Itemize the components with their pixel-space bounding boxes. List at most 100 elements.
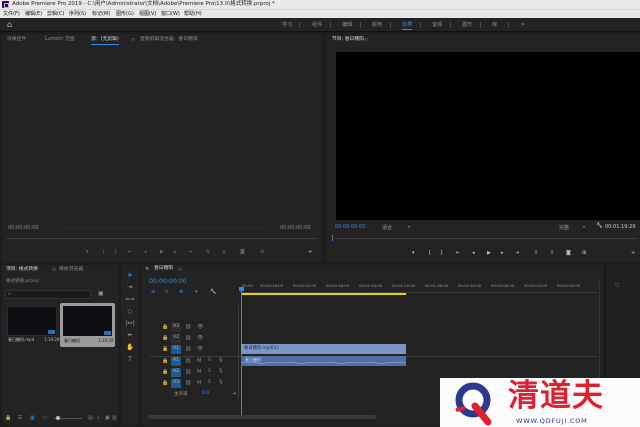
voice-over-icon[interactable]: 🎙: [218, 358, 224, 363]
lock-icon[interactable]: 🔒: [162, 358, 168, 364]
pen-tool-icon[interactable]: ✒: [124, 330, 136, 341]
new-bin-icon[interactable]: ▣: [105, 415, 110, 421]
solo-button[interactable]: S: [208, 369, 211, 374]
program-fit-select[interactable]: 适合: [382, 224, 392, 231]
lock-icon[interactable]: 🔒: [162, 346, 168, 352]
work-area-bar[interactable]: [242, 293, 406, 295]
new-bin-from-search-icon[interactable]: ▣: [98, 290, 104, 297]
workspace-effects[interactable]: 效果: [402, 18, 413, 32]
project-search-input[interactable]: ⌕: [5, 290, 91, 299]
quality-chevron-down-icon[interactable]: ▾: [583, 224, 585, 229]
master-volume[interactable]: 0.0: [202, 391, 209, 396]
eye-icon[interactable]: 👁: [197, 335, 203, 341]
voice-over-icon[interactable]: 🎙: [218, 380, 224, 385]
source-button-editor-icon[interactable]: ⊞: [260, 249, 264, 255]
project-item-selected[interactable]: 春日糖阳 1:19:29: [60, 303, 115, 347]
track-select-tool-icon[interactable]: ⇥: [124, 282, 136, 293]
automate-to-sequence-icon[interactable]: ▤: [88, 415, 93, 421]
workspace-libraries[interactable]: 库: [492, 18, 497, 32]
nest-toggle-icon[interactable]: ⊕: [151, 289, 155, 295]
playhead-handle[interactable]: [239, 287, 244, 291]
comparison-view-icon[interactable]: ⊞: [582, 250, 586, 256]
voice-over-icon[interactable]: 🎙: [218, 369, 224, 374]
timeline-horizontal-scrollbar[interactable]: [148, 415, 376, 419]
track-a2[interactable]: 🔒 A2 ⛓ M S 🎙: [150, 368, 240, 377]
video-clip[interactable]: 春日糖阳.mp4[V]: [241, 344, 406, 354]
goto-in-icon[interactable]: ⇤: [456, 250, 460, 256]
project-menu-icon[interactable]: ≡: [52, 266, 56, 274]
sync-lock-icon[interactable]: ⛓: [185, 335, 191, 341]
workspace-audio[interactable]: 音频: [432, 18, 442, 32]
fit-chevron-down-icon[interactable]: ▾: [408, 224, 410, 229]
zoom-slider-handle[interactable]: [56, 416, 60, 420]
program-timecode[interactable]: 00:00:00:00: [335, 224, 366, 230]
extract-icon[interactable]: ⇪: [550, 250, 554, 256]
solo-button[interactable]: S: [208, 358, 211, 363]
source-mark-out-button[interactable]: }: [114, 249, 117, 255]
mute-button[interactable]: M: [197, 369, 201, 375]
tab-project[interactable]: 项目: 格式转换: [6, 266, 38, 274]
step-forward-icon[interactable]: ▸: [501, 250, 504, 256]
workspace-learn[interactable]: 学习: [282, 18, 292, 32]
selection-tool-icon[interactable]: ➤: [124, 270, 136, 281]
new-item-icon[interactable]: ▥: [112, 415, 117, 421]
meter-collapse-icon[interactable]: ○: [615, 282, 619, 288]
lift-icon[interactable]: ⇧: [534, 250, 538, 256]
track-v2[interactable]: 🔒 V2 ⛓ 👁: [150, 334, 240, 343]
workspace-graphics[interactable]: 图形: [462, 18, 472, 32]
close-icon[interactable]: ×: [145, 266, 149, 272]
master-goto-end-icon[interactable]: ⇥: [232, 391, 236, 397]
source-step-back-icon[interactable]: ◂: [144, 249, 147, 255]
master-track[interactable]: 主声道 0.0 ⇥: [150, 390, 240, 399]
sequence-tab[interactable]: 春日糖阳: [154, 265, 173, 273]
ripple-edit-tool-icon[interactable]: ⟺: [124, 294, 136, 305]
razor-tool-icon[interactable]: ◇: [124, 306, 136, 317]
mute-button[interactable]: M: [197, 380, 201, 386]
add-marker-icon[interactable]: ▾: [195, 289, 198, 295]
sequence-menu-icon[interactable]: ≡: [178, 266, 182, 274]
tab-lumetri-scopes[interactable]: Lumetri 范围: [45, 36, 75, 44]
eye-icon[interactable]: 👁: [197, 324, 203, 330]
tab-menu-icon[interactable]: ≡: [131, 36, 135, 44]
source-timecode-in[interactable]: 00;00;00;00: [8, 225, 39, 231]
source-goto-in-icon[interactable]: ⇤: [128, 249, 132, 255]
track-a1[interactable]: 🔒 A1 ⛓ M S 🎙: [150, 357, 240, 366]
lock-icon[interactable]: 🔒: [162, 380, 168, 386]
source-mark-in-icon[interactable]: ▾: [86, 249, 89, 255]
source-step-forward-icon[interactable]: ▸: [174, 249, 177, 255]
freeform-view-icon[interactable]: ▭: [42, 415, 47, 421]
hand-tool-icon[interactable]: ✋: [124, 342, 136, 353]
icon-view-icon[interactable]: ▦: [30, 415, 35, 421]
track-v1[interactable]: 🔒 V1 ⛓ 👁: [150, 345, 240, 354]
sync-lock-icon[interactable]: ⛓: [185, 380, 191, 386]
home-icon[interactable]: ⌂: [7, 21, 12, 29]
lock-icon[interactable]: 🔒: [162, 335, 168, 341]
mark-in-button[interactable]: {: [428, 250, 431, 256]
play-icon[interactable]: ▶: [487, 250, 491, 256]
slip-tool-icon[interactable]: |↔|: [124, 318, 136, 329]
sync-lock-icon[interactable]: ⛓: [185, 358, 191, 364]
workspace-assembly[interactable]: 组件: [312, 18, 322, 32]
audio-clip[interactable]: 春日糖阳: [241, 356, 406, 366]
sync-lock-icon[interactable]: ⛓: [185, 324, 191, 330]
project-item[interactable]: 春日糖阳.mp4 1:19:29: [7, 306, 59, 345]
timeline-timecode[interactable]: 00:00:00:00: [149, 278, 187, 285]
track-v3[interactable]: 🔒 V3 ⛓ 👁: [150, 323, 240, 332]
tab-effect-controls[interactable]: 效果控件: [7, 36, 26, 44]
source-camera-icon[interactable]: ◙: [240, 249, 245, 255]
source-play-icon[interactable]: ▶: [160, 249, 164, 255]
source-goto-out-icon[interactable]: ⇥: [188, 249, 192, 255]
lock-icon[interactable]: 🔒: [162, 369, 168, 375]
track-a3[interactable]: 🔒 A3 ⛓ M S 🎙: [150, 379, 240, 388]
lock-icon[interactable]: 🔒: [5, 415, 11, 421]
program-video-display[interactable]: [336, 52, 640, 220]
timeline-settings-icon[interactable]: 🔧: [210, 289, 216, 295]
workspace-more-button[interactable]: »: [521, 18, 525, 32]
program-quality-select[interactable]: 完整: [559, 224, 569, 231]
wrench-icon[interactable]: 🔧: [596, 223, 603, 229]
time-ruler[interactable]: 00:00 00:00:16:00 00:00:32:00 00:00:48:0…: [240, 281, 640, 292]
find-icon[interactable]: ⌕: [97, 415, 100, 421]
source-insert-icon[interactable]: ⇅: [206, 249, 210, 255]
list-view-icon[interactable]: ☰: [18, 415, 22, 421]
tab-media-browser[interactable]: 媒体浏览器: [59, 266, 83, 274]
